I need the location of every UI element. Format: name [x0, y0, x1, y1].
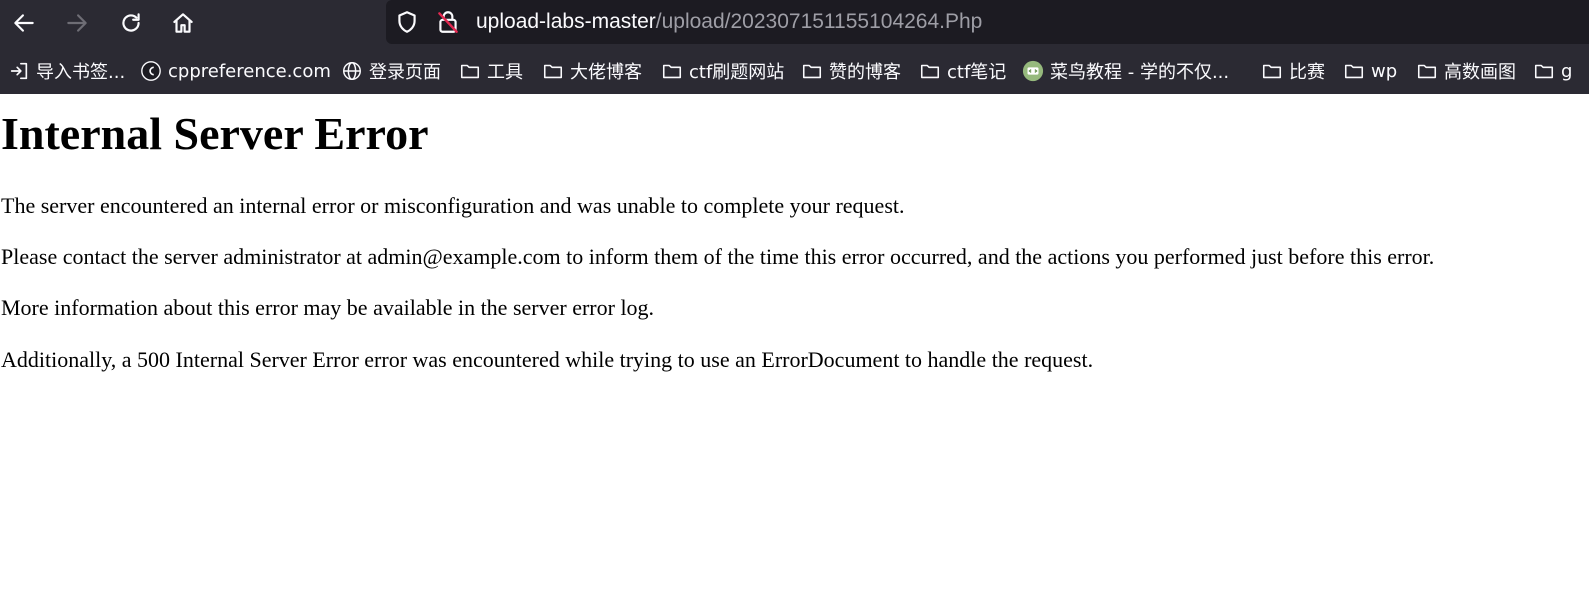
bookmark-label: ctf笔记	[947, 62, 1007, 83]
bookmark-label: 工具	[487, 62, 523, 83]
bookmark-label: 大佬博客	[570, 62, 642, 83]
error-paragraph: Additionally, a 500 Internal Server Erro…	[1, 347, 1094, 372]
address-bar[interactable]: upload-labs-master/upload/20230715115510…	[386, 0, 1589, 44]
folder-icon	[1343, 60, 1365, 82]
bookmark-label: cppreference.com	[168, 60, 331, 82]
bookmark-folder-math-plots[interactable]: 高数画图	[1416, 58, 1516, 84]
shield-icon[interactable]	[394, 9, 420, 35]
folder-icon	[1416, 60, 1438, 82]
folder-icon	[1261, 60, 1283, 82]
folder-icon	[919, 60, 941, 82]
insecure-lock-icon[interactable]	[435, 9, 461, 35]
bookmark-label: 高数画图	[1444, 62, 1516, 83]
home-icon	[173, 13, 193, 33]
url-text[interactable]: upload-labs-master/upload/20230715115510…	[476, 9, 982, 35]
bookmark-login-page[interactable]: 登录页面	[341, 58, 441, 84]
bookmark-runoob[interactable]: 菜鸟教程 - 学的不仅...	[1022, 58, 1229, 84]
bookmark-label: 导入书签...	[36, 62, 126, 83]
bookmark-label: ctf刷题网站	[689, 62, 785, 83]
bookmarks-toolbar: 导入书签... cppreference.com 登录页面 工具 大佬博客 ct…	[0, 46, 1589, 94]
bookmark-folder-ctf-sites[interactable]: ctf刷题网站	[661, 58, 784, 84]
error-paragraph: The server encountered an internal error…	[1, 193, 905, 218]
url-host: upload-labs-master	[476, 10, 656, 33]
cppreference-favicon	[140, 60, 162, 82]
bookmark-folder-zan-blog[interactable]: 赞的博客	[801, 58, 901, 84]
page-title: Internal Server Error	[1, 108, 429, 159]
back-arrow-icon	[14, 14, 34, 32]
bookmark-folder-g[interactable]: g	[1533, 58, 1572, 84]
bookmark-label: 菜鸟教程 - 学的不仅...	[1050, 62, 1230, 83]
forward-button[interactable]	[59, 5, 95, 41]
bookmark-label: 比赛	[1289, 62, 1325, 83]
folder-icon	[542, 60, 564, 82]
bookmark-cppreference[interactable]: cppreference.com	[140, 58, 331, 84]
bookmark-folder-contests[interactable]: 比赛	[1261, 58, 1325, 84]
bookmark-folder-tools[interactable]: 工具	[459, 58, 523, 84]
reload-button[interactable]	[113, 5, 149, 41]
bookmark-label: wp	[1371, 60, 1398, 82]
folder-icon	[661, 60, 683, 82]
browser-toolbar: upload-labs-master/upload/20230715115510…	[0, 0, 1589, 46]
error-paragraph: More information about this error may be…	[1, 295, 655, 320]
bookmark-label: 登录页面	[369, 62, 441, 83]
folder-icon	[459, 60, 481, 82]
bookmark-folder-ctf-notes[interactable]: ctf笔记	[919, 58, 1006, 84]
bookmark-folder-blogs[interactable]: 大佬博客	[542, 58, 642, 84]
globe-icon	[341, 60, 363, 82]
home-button[interactable]	[165, 5, 201, 41]
bookmark-label: g	[1561, 60, 1573, 82]
back-button[interactable]	[6, 5, 42, 41]
folder-icon	[801, 60, 823, 82]
bookmark-label: 赞的博客	[829, 62, 901, 83]
folder-icon	[1533, 60, 1555, 82]
reload-icon	[122, 13, 140, 32]
bookmark-import[interactable]: 导入书签...	[8, 58, 125, 84]
url-path: /upload/202307151155104264.Php	[655, 10, 983, 33]
bookmark-folder-wp[interactable]: wp	[1343, 58, 1397, 84]
import-icon	[8, 60, 30, 82]
error-paragraph: Please contact the server administrator …	[1, 244, 1435, 269]
forward-arrow-icon	[67, 14, 87, 32]
runoob-favicon	[1022, 60, 1044, 82]
